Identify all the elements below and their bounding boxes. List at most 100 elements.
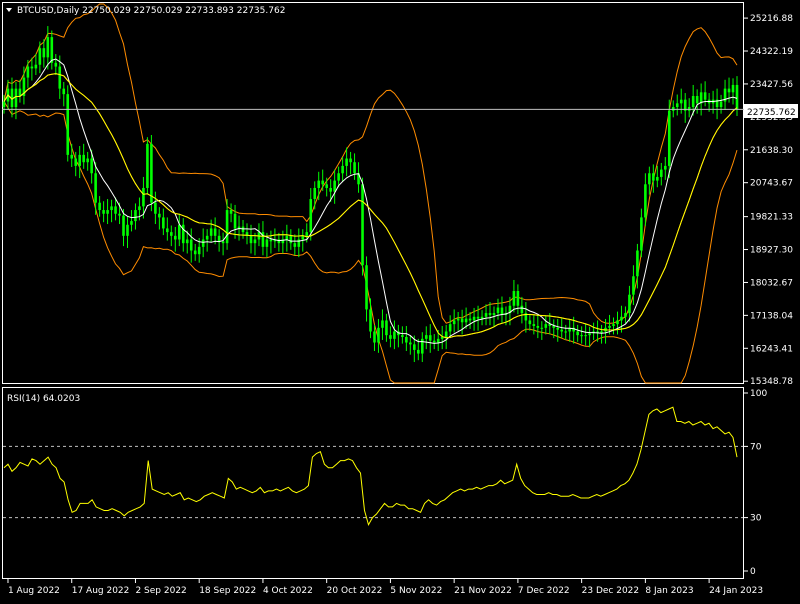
candle-body <box>660 169 663 177</box>
chart-window[interactable]: 25216.8824322.1923427.5622532.9321638.30… <box>0 0 800 600</box>
time-tick-label: 1 Aug 2022 <box>8 586 60 596</box>
candle-body <box>389 335 392 339</box>
candle-body <box>536 325 540 328</box>
candle-body <box>18 88 22 96</box>
candle-body <box>337 173 340 181</box>
candle-body <box>321 180 324 185</box>
candle-body <box>401 335 404 338</box>
candle-body <box>444 331 448 338</box>
time-tick-label: 20 Oct 2022 <box>327 586 383 596</box>
candle-body <box>588 333 591 336</box>
candle-body <box>193 250 197 255</box>
candle-body <box>671 107 675 111</box>
candle-body <box>381 320 384 328</box>
candle-body <box>464 318 468 323</box>
candle-body <box>420 338 424 354</box>
candle-body <box>576 331 579 336</box>
candle-body <box>86 158 89 163</box>
candle-body <box>413 344 416 350</box>
candle-body <box>353 162 356 174</box>
candle-body <box>492 313 496 315</box>
candle-body <box>54 62 58 67</box>
candle-body <box>432 340 436 343</box>
candle-body <box>70 154 74 159</box>
candle-body <box>98 202 101 211</box>
candle-body <box>341 165 344 174</box>
price-tick-label: 17138.04 <box>750 311 793 321</box>
candle-body <box>448 324 452 332</box>
candle-body <box>78 154 81 166</box>
candle-body <box>528 320 532 325</box>
candle-body <box>679 99 683 104</box>
candle-body <box>703 92 707 100</box>
candle-body <box>26 66 30 78</box>
rsi-tick-label: 30 <box>750 514 762 524</box>
time-tick-label: 7 Dec 2022 <box>518 586 570 596</box>
time-tick-label: 21 Nov 2022 <box>454 586 512 596</box>
candle-body <box>213 228 217 236</box>
candle-body <box>289 235 293 244</box>
candle-body <box>373 331 376 343</box>
time-tick-label: 17 Aug 2022 <box>72 586 130 596</box>
candle-body <box>170 232 173 236</box>
candle-body <box>2 101 6 108</box>
candle-body <box>177 224 181 240</box>
candle-body <box>636 250 639 277</box>
rsi-header: RSI(14) 64.0203 <box>7 394 80 404</box>
candle-body <box>110 206 113 211</box>
candle-body <box>620 316 623 321</box>
candle-body <box>118 213 121 216</box>
candle-body <box>385 320 388 336</box>
candle-body <box>484 313 488 317</box>
candle-body <box>317 180 321 188</box>
candle-body <box>687 107 691 111</box>
time-tick-label: 5 Nov 2022 <box>390 586 442 596</box>
candle-body <box>293 243 297 247</box>
candle-body <box>544 324 548 328</box>
candle-body <box>616 320 619 325</box>
candle-body <box>146 143 149 188</box>
candle-body <box>496 307 500 314</box>
candle-body <box>34 64 38 69</box>
candle-body <box>122 215 125 236</box>
candle-body <box>644 184 647 218</box>
candle-body <box>436 338 440 343</box>
candle-body <box>166 228 169 233</box>
candle-body <box>138 206 141 211</box>
candle-body <box>90 158 93 174</box>
candle-body <box>114 206 117 214</box>
price-tick-label: 20743.67 <box>750 179 793 189</box>
time-tick-label: 23 Dec 2022 <box>582 586 640 596</box>
candle-body <box>130 221 133 225</box>
chart-canvas[interactable]: 25216.8824322.1923427.5622532.9321638.30… <box>0 0 800 600</box>
candle-body <box>608 325 611 328</box>
candle-body <box>221 241 225 244</box>
current-price-label: 22735.762 <box>747 108 796 118</box>
candle-body <box>62 88 66 95</box>
candle-body <box>488 313 492 315</box>
price-tick-label: 24322.19 <box>750 47 793 57</box>
time-tick-label: 24 Jan 2023 <box>709 586 763 596</box>
candle-body <box>50 37 54 63</box>
candle-body <box>540 327 544 329</box>
candle-body <box>126 224 129 236</box>
candle-body <box>329 187 332 192</box>
candle-body <box>640 217 643 251</box>
candle-body <box>269 239 273 242</box>
candle-body <box>377 327 380 343</box>
candle-body <box>229 210 233 214</box>
candle-body <box>409 342 412 345</box>
price-tick-label: 18927.30 <box>750 246 793 256</box>
candle-body <box>150 143 153 203</box>
candle-body <box>480 316 484 319</box>
candle-body <box>106 210 109 214</box>
candle-body <box>532 324 536 326</box>
candle-body <box>46 37 50 58</box>
symbol-header: BTCUSD,Daily 22750.029 22750.029 22733.8… <box>17 6 285 16</box>
candle-body <box>719 101 723 108</box>
rsi-tick-label: 70 <box>750 442 762 452</box>
candle-body <box>345 158 348 166</box>
candle-body <box>628 294 631 314</box>
price-tick-label: 19821.33 <box>750 213 793 223</box>
chart-background <box>0 0 800 600</box>
